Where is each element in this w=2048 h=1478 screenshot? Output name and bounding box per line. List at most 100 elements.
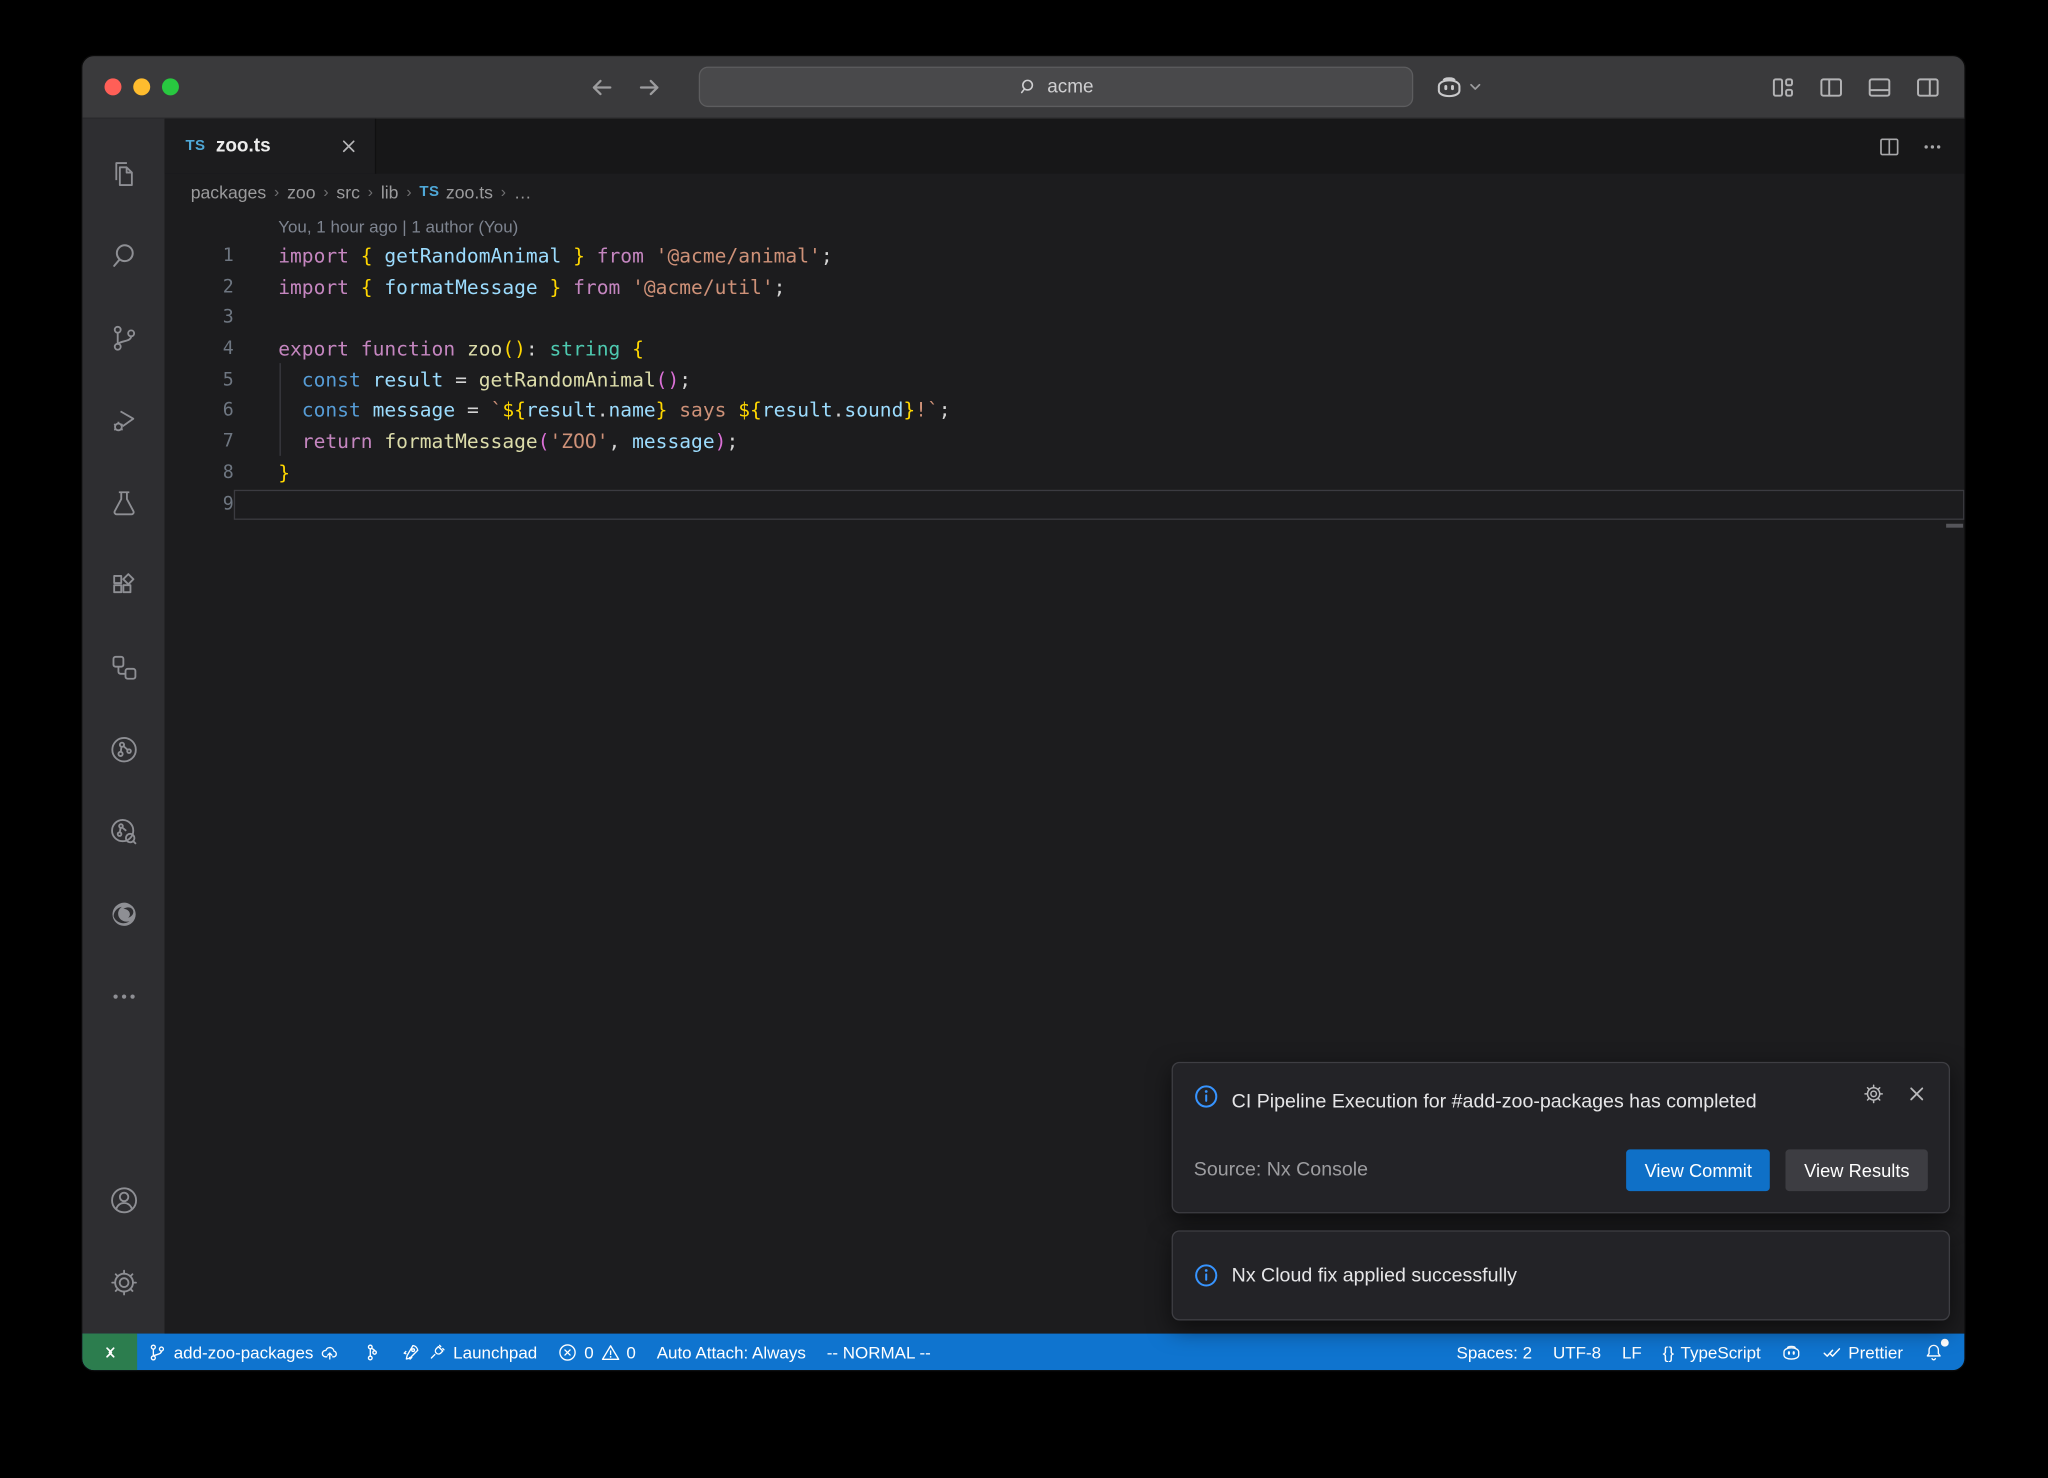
eol-status[interactable]: LF — [1612, 1334, 1653, 1371]
encoding-status[interactable]: UTF-8 — [1542, 1334, 1611, 1371]
code-line-3: 3 — [165, 304, 1965, 335]
formatter-status[interactable]: Prettier — [1812, 1334, 1914, 1371]
nx-cloud-icon[interactable] — [82, 790, 164, 872]
notifications-bell[interactable] — [1913, 1334, 1953, 1371]
search-icon — [1018, 77, 1038, 97]
rocket-icon — [401, 1342, 421, 1362]
line-number: 9 — [165, 489, 234, 520]
code-line-content: return formatMessage('ZOO', message); — [234, 427, 1965, 458]
code-line-content: export function zoo(): string { — [234, 334, 1965, 365]
search-value: acme — [1047, 76, 1093, 97]
command-center-search[interactable]: acme — [699, 67, 1413, 107]
indentation-status[interactable]: Spaces: 2 — [1446, 1334, 1542, 1371]
launchpad-label: Launchpad — [453, 1342, 537, 1362]
tab-close-icon[interactable] — [338, 136, 359, 157]
toggle-primary-sidebar-icon[interactable] — [1818, 74, 1844, 100]
testing-icon[interactable] — [82, 461, 164, 543]
notification-close-icon[interactable] — [1906, 1082, 1928, 1104]
problems-status[interactable]: 0 0 — [548, 1334, 647, 1371]
zoom-window-button[interactable] — [162, 78, 179, 95]
git-branch-icon — [148, 1342, 168, 1362]
code-line-7: 7 return formatMessage('ZOO', message); — [165, 427, 1965, 458]
search-view-icon[interactable] — [82, 214, 164, 296]
breadcrumb-file[interactable]: TSzoo.ts — [419, 182, 493, 202]
more-views-icon[interactable] — [82, 955, 164, 1037]
line-number: 1 — [165, 242, 234, 273]
remote-icon — [100, 1342, 120, 1362]
breadcrumb-overflow[interactable]: … — [514, 182, 532, 202]
vim-mode-label: -- NORMAL -- — [827, 1342, 931, 1362]
edge-devtools-icon[interactable] — [82, 872, 164, 954]
code-line-4: 4export function zoo(): string { — [165, 334, 1965, 365]
git-blame-annotation: You, 1 hour ago | 1 author (You) — [165, 213, 1965, 242]
launchpad-status[interactable]: Launchpad — [390, 1334, 547, 1371]
code-lines: 1import { getRandomAnimal } from '@acme/… — [165, 242, 1965, 520]
code-line-content: const result = getRandomAnimal(); — [234, 365, 1965, 396]
notification-message: CI Pipeline Execution for #add-zoo-packa… — [1232, 1082, 1757, 1120]
breadcrumb-lib[interactable]: lib — [381, 182, 399, 202]
accounts-icon[interactable] — [82, 1159, 164, 1241]
copilot-menu-button[interactable] — [1435, 73, 1483, 100]
explorer-icon[interactable] — [82, 132, 164, 214]
breadcrumb-separator: › — [274, 183, 279, 201]
notification-source: Source: Nx Console — [1194, 1159, 1368, 1181]
language-mode-status[interactable]: {}TypeScript — [1652, 1334, 1771, 1371]
history-nav — [589, 74, 662, 100]
code-line-6: 6 const message = `${result.name} says $… — [165, 396, 1965, 427]
manage-gear-icon[interactable] — [82, 1241, 164, 1323]
notification-tools — [1863, 1082, 1928, 1104]
toggle-secondary-sidebar-icon[interactable] — [1915, 74, 1941, 100]
notification-header: CI Pipeline Execution for #add-zoo-packa… — [1173, 1063, 1949, 1131]
code-line-content: import { getRandomAnimal } from '@acme/a… — [234, 242, 1965, 273]
notification-footer: Source: Nx Console View Commit View Resu… — [1173, 1131, 1949, 1212]
line-number: 2 — [165, 273, 234, 304]
line-number: 7 — [165, 427, 234, 458]
git-branch-status[interactable]: add-zoo-packages — [137, 1334, 350, 1371]
auto-attach-status[interactable]: Auto Attach: Always — [646, 1334, 816, 1371]
notification-nx-cloud-fix: Nx Cloud fix applied successfully — [1172, 1230, 1950, 1320]
view-results-button[interactable]: View Results — [1786, 1149, 1928, 1191]
run-and-debug-icon[interactable] — [82, 379, 164, 461]
formatter-label: Prettier — [1848, 1342, 1903, 1362]
activity-bar-top — [82, 132, 164, 1037]
customize-layout-icon[interactable] — [1770, 74, 1796, 100]
source-control-graph-status[interactable] — [350, 1334, 390, 1371]
breadcrumb-zoo[interactable]: zoo — [287, 182, 315, 202]
more-actions-icon[interactable] — [1921, 135, 1943, 157]
minimize-window-button[interactable] — [133, 78, 150, 95]
code-line-content: const message = `${result.name} says ${r… — [234, 396, 1965, 427]
activity-bar — [82, 119, 164, 1334]
source-control-icon[interactable] — [82, 296, 164, 378]
code-line-content — [234, 304, 1965, 335]
vim-mode-status[interactable]: -- NORMAL -- — [816, 1334, 941, 1371]
notification-message: Nx Cloud fix applied successfully — [1232, 1256, 1517, 1294]
code-line-content — [234, 489, 1965, 520]
notification-settings-gear-icon[interactable] — [1863, 1082, 1885, 1104]
project-structure-icon[interactable] — [82, 626, 164, 708]
breadcrumb-packages[interactable]: packages — [191, 182, 266, 202]
braces-icon: {} — [1663, 1342, 1674, 1362]
nx-console-icon[interactable] — [82, 708, 164, 790]
notification-actions: View Commit View Results — [1626, 1149, 1928, 1191]
copilot-status[interactable] — [1771, 1334, 1811, 1371]
code-line-content: } — [234, 458, 1965, 489]
line-number: 8 — [165, 458, 234, 489]
double-check-icon — [1822, 1342, 1842, 1362]
toggle-panel-icon[interactable] — [1866, 74, 1892, 100]
bell-badge-dot — [1941, 1339, 1949, 1347]
code-line-content: import { formatMessage } from '@acme/uti… — [234, 273, 1965, 304]
extensions-icon[interactable] — [82, 543, 164, 625]
close-window-button[interactable] — [104, 78, 121, 95]
back-arrow-icon[interactable] — [589, 74, 615, 100]
breadcrumb-src[interactable]: src — [336, 182, 360, 202]
line-number: 6 — [165, 396, 234, 427]
view-commit-button[interactable]: View Commit — [1626, 1149, 1770, 1191]
branch-name: add-zoo-packages — [174, 1342, 314, 1362]
plug-icon — [427, 1342, 447, 1362]
forward-arrow-icon[interactable] — [636, 74, 662, 100]
tab-zoo-ts[interactable]: TS zoo.ts — [165, 119, 377, 174]
split-editor-icon[interactable] — [1878, 135, 1900, 157]
overview-ruler-mark — [1946, 524, 1963, 528]
warnings-icon — [600, 1342, 620, 1362]
remote-indicator[interactable] — [82, 1334, 137, 1371]
